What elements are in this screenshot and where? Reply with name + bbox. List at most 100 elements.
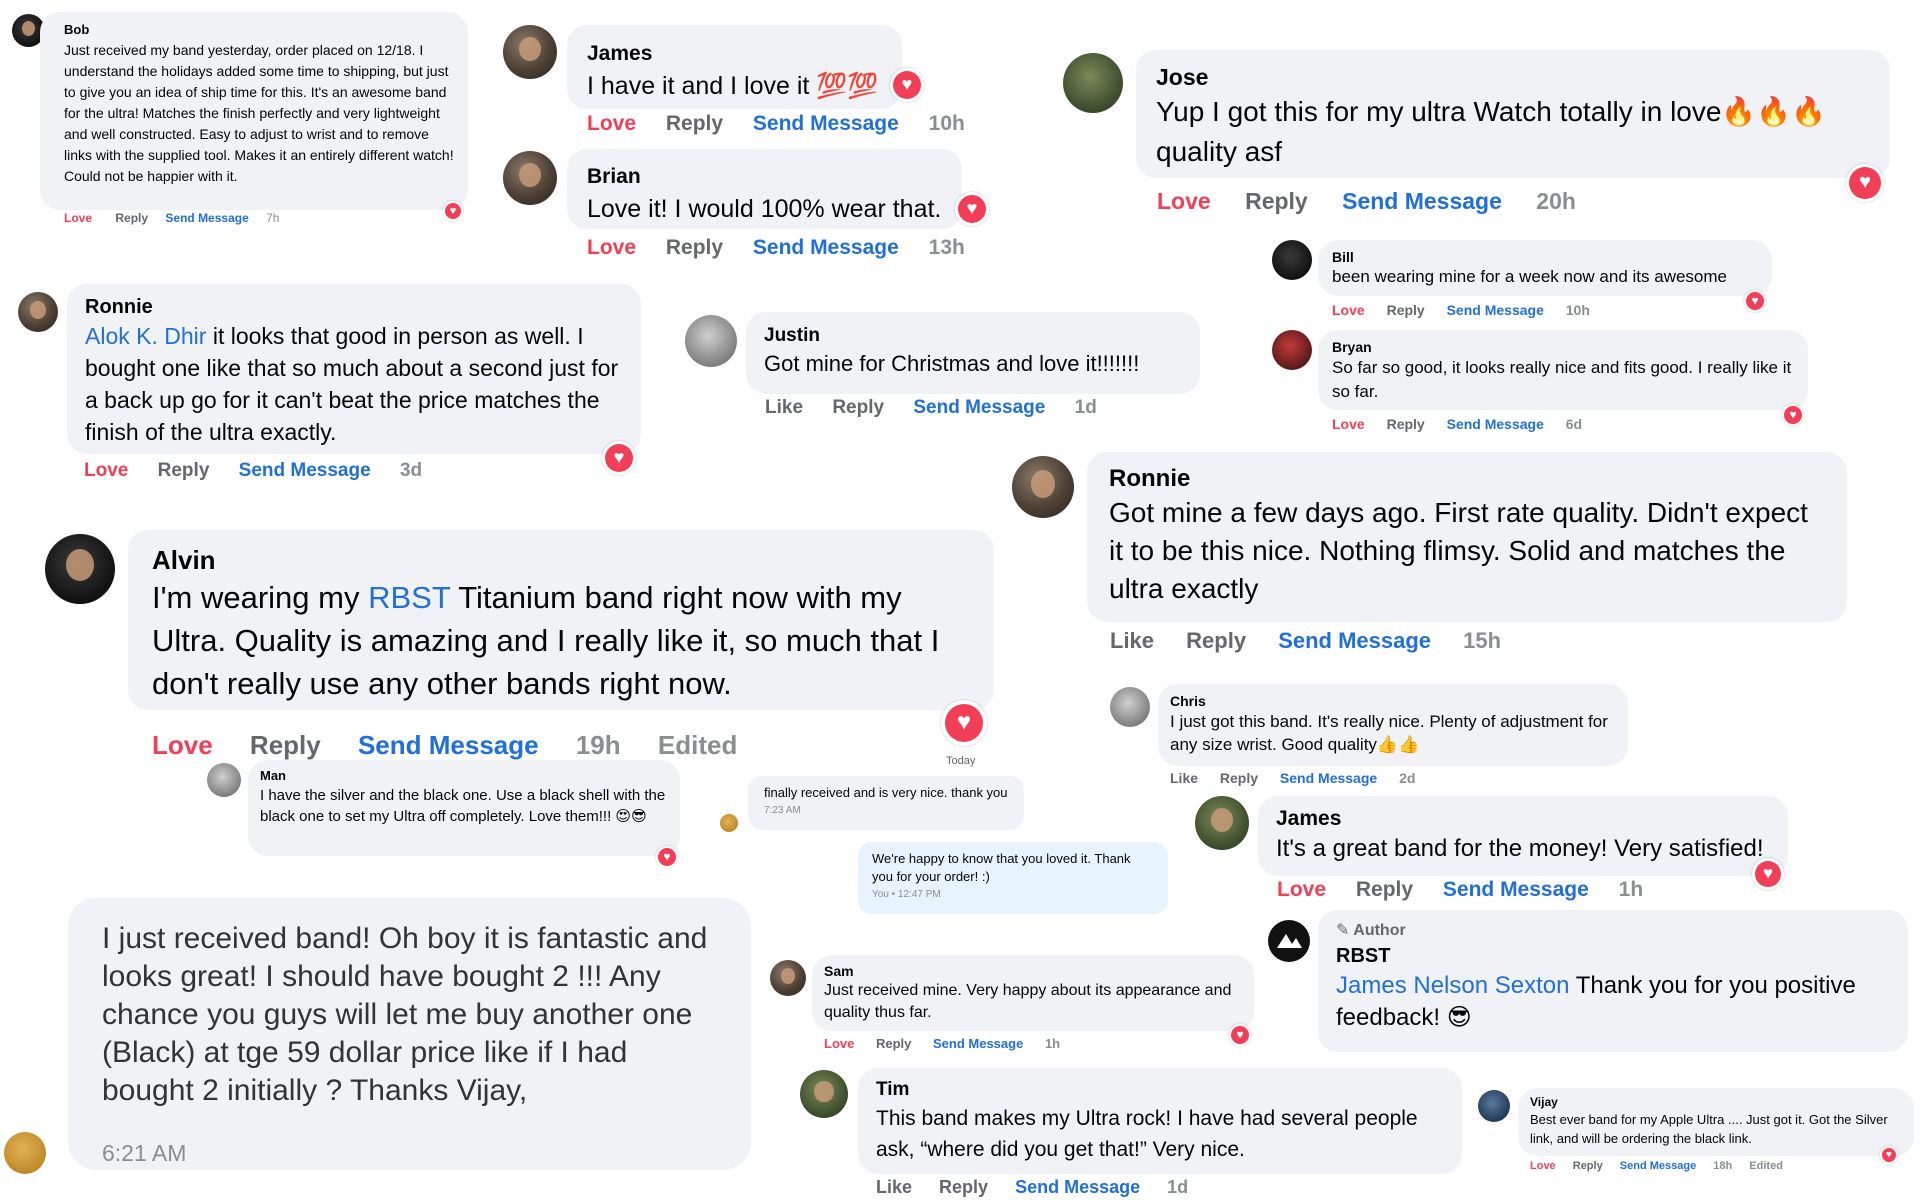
avatar[interactable] — [45, 534, 115, 604]
avatar[interactable] — [1272, 240, 1312, 280]
send-message-button[interactable]: Send Message — [1015, 1177, 1140, 1197]
reply-button[interactable]: Reply — [1387, 302, 1425, 318]
comment-author[interactable]: Bryan — [1332, 338, 1794, 356]
love-button[interactable]: Love — [1332, 416, 1365, 432]
comment-author[interactable]: Ronnie — [85, 294, 623, 320]
comment-text: Yup I got this for my ultra Watch totall… — [1156, 96, 1827, 167]
avatar[interactable] — [503, 151, 557, 205]
comment-bubble: Man I have the silver and the black one.… — [248, 760, 680, 856]
like-button[interactable]: Like — [876, 1177, 912, 1197]
avatar[interactable] — [1063, 53, 1123, 113]
comment-actions: Love Reply Send Message 1h — [1277, 878, 1643, 902]
avatar[interactable] — [503, 25, 557, 79]
comment-author[interactable]: Chris — [1170, 692, 1616, 710]
comment-author[interactable]: Ronnie — [1109, 464, 1825, 494]
avatar[interactable] — [720, 814, 738, 832]
avatar[interactable] — [1195, 796, 1249, 850]
like-button[interactable]: Like — [765, 397, 803, 418]
page-avatar[interactable] — [1268, 920, 1310, 962]
timestamp: 7h — [266, 211, 280, 225]
love-button[interactable]: Love — [84, 460, 128, 481]
comment-author[interactable]: Vijay — [1530, 1094, 1902, 1110]
comment-actions: Like Reply Send Message 15h — [1110, 628, 1501, 654]
reply-button[interactable]: Reply — [115, 211, 148, 225]
comment-actions: Love Reply Send Message 1h — [824, 1036, 1060, 1051]
brand-logo-icon — [1277, 934, 1302, 948]
user-placeholder-avatar[interactable] — [4, 1132, 46, 1174]
love-button[interactable]: Love — [152, 730, 213, 760]
avatar[interactable] — [1012, 456, 1074, 518]
send-message-button[interactable]: Send Message — [933, 1036, 1023, 1051]
comment-author[interactable]: Sam — [824, 962, 1242, 980]
comment-author[interactable]: RBST — [1336, 942, 1890, 970]
reply-button[interactable]: Reply — [1186, 628, 1246, 653]
comment-author[interactable]: Man — [260, 767, 668, 785]
send-message-button[interactable]: Send Message — [753, 236, 899, 259]
send-message-button[interactable]: Send Message — [1342, 188, 1502, 214]
avatar[interactable] — [800, 1070, 848, 1118]
reply-button[interactable]: Reply — [666, 112, 723, 135]
comment-author[interactable]: Jose — [1156, 62, 1870, 92]
mention-link[interactable]: RBST — [368, 580, 450, 615]
reply-button[interactable]: Reply — [1387, 416, 1425, 432]
avatar[interactable] — [207, 763, 241, 797]
comment-author[interactable]: Bob — [64, 19, 454, 40]
avatar[interactable] — [770, 960, 806, 996]
chat-message-time: You • 12:47 PM — [872, 889, 941, 900]
send-message-button[interactable]: Send Message — [1278, 628, 1431, 653]
like-button[interactable]: Like — [1170, 770, 1198, 786]
love-button[interactable]: Love — [1332, 302, 1365, 318]
comment-author[interactable]: Bill — [1332, 248, 1758, 266]
comment-author[interactable]: Brian — [587, 161, 942, 193]
timestamp: 3d — [399, 460, 423, 481]
send-message-button[interactable]: Send Message — [1447, 416, 1544, 432]
reply-button[interactable]: Reply — [158, 460, 210, 481]
avatar[interactable] — [1272, 330, 1312, 370]
avatar[interactable] — [685, 315, 737, 367]
chat-message: We're happy to know that you loved it. T… — [858, 842, 1168, 914]
reply-button[interactable]: Reply — [1220, 770, 1258, 786]
comment-text: I just got this band. It's really nice. … — [1170, 712, 1608, 754]
reply-button[interactable]: Reply — [1573, 1160, 1603, 1172]
reply-button[interactable]: Reply — [939, 1177, 988, 1197]
avatar[interactable] — [18, 292, 58, 332]
love-button[interactable]: Love — [64, 211, 92, 225]
reply-button[interactable]: Reply — [666, 236, 723, 259]
comment-author[interactable]: James — [1276, 805, 1770, 833]
send-message-button[interactable]: Send Message — [753, 112, 899, 135]
comment-author[interactable]: Alvin — [152, 544, 970, 576]
love-button[interactable]: Love — [587, 112, 636, 135]
mention-link[interactable]: James Nelson Sexton — [1336, 972, 1569, 999]
send-message-button[interactable]: Send Message — [913, 397, 1045, 418]
send-message-button[interactable]: Send Message — [239, 460, 371, 481]
send-message-button[interactable]: Send Message — [358, 730, 539, 760]
love-button[interactable]: Love — [824, 1036, 854, 1051]
send-message-button[interactable]: Send Message — [1447, 302, 1544, 318]
reply-button[interactable]: Reply — [250, 730, 321, 760]
love-reaction-icon — [1752, 858, 1784, 890]
reply-button[interactable]: Reply — [1356, 878, 1413, 901]
reply-button[interactable]: Reply — [1245, 188, 1308, 214]
love-button[interactable]: Love — [1277, 878, 1326, 901]
send-message-button[interactable]: Send Message — [1443, 878, 1589, 901]
comment-author[interactable]: James — [587, 38, 882, 70]
comment-author[interactable]: Justin — [764, 323, 1182, 349]
like-button[interactable]: Like — [1110, 628, 1154, 653]
love-button[interactable]: Love — [1157, 188, 1211, 214]
reply-button[interactable]: Reply — [876, 1036, 911, 1051]
send-message-button[interactable]: Send Message — [1620, 1160, 1696, 1172]
mention-link[interactable]: Alok K. Dhir — [85, 323, 206, 349]
send-message-button[interactable]: Send Message — [1280, 770, 1377, 786]
avatar[interactable] — [1478, 1090, 1510, 1122]
love-button[interactable]: Love — [587, 236, 636, 259]
reply-button[interactable]: Reply — [832, 397, 884, 418]
comment-bubble: Justin Got mine for Christmas and love i… — [746, 312, 1200, 394]
love-button[interactable]: Love — [1530, 1160, 1556, 1172]
send-message-button[interactable]: Send Message — [165, 211, 248, 225]
comment-author[interactable]: Tim — [876, 1077, 1444, 1103]
avatar[interactable] — [1110, 687, 1150, 727]
chat-message: I just received band! Oh boy it is fanta… — [68, 898, 751, 1170]
comment-bubble: ✎ Author RBST James Nelson Sexton Thank … — [1318, 910, 1908, 1052]
timestamp: 19h — [575, 730, 621, 760]
love-reaction-icon — [443, 201, 463, 221]
